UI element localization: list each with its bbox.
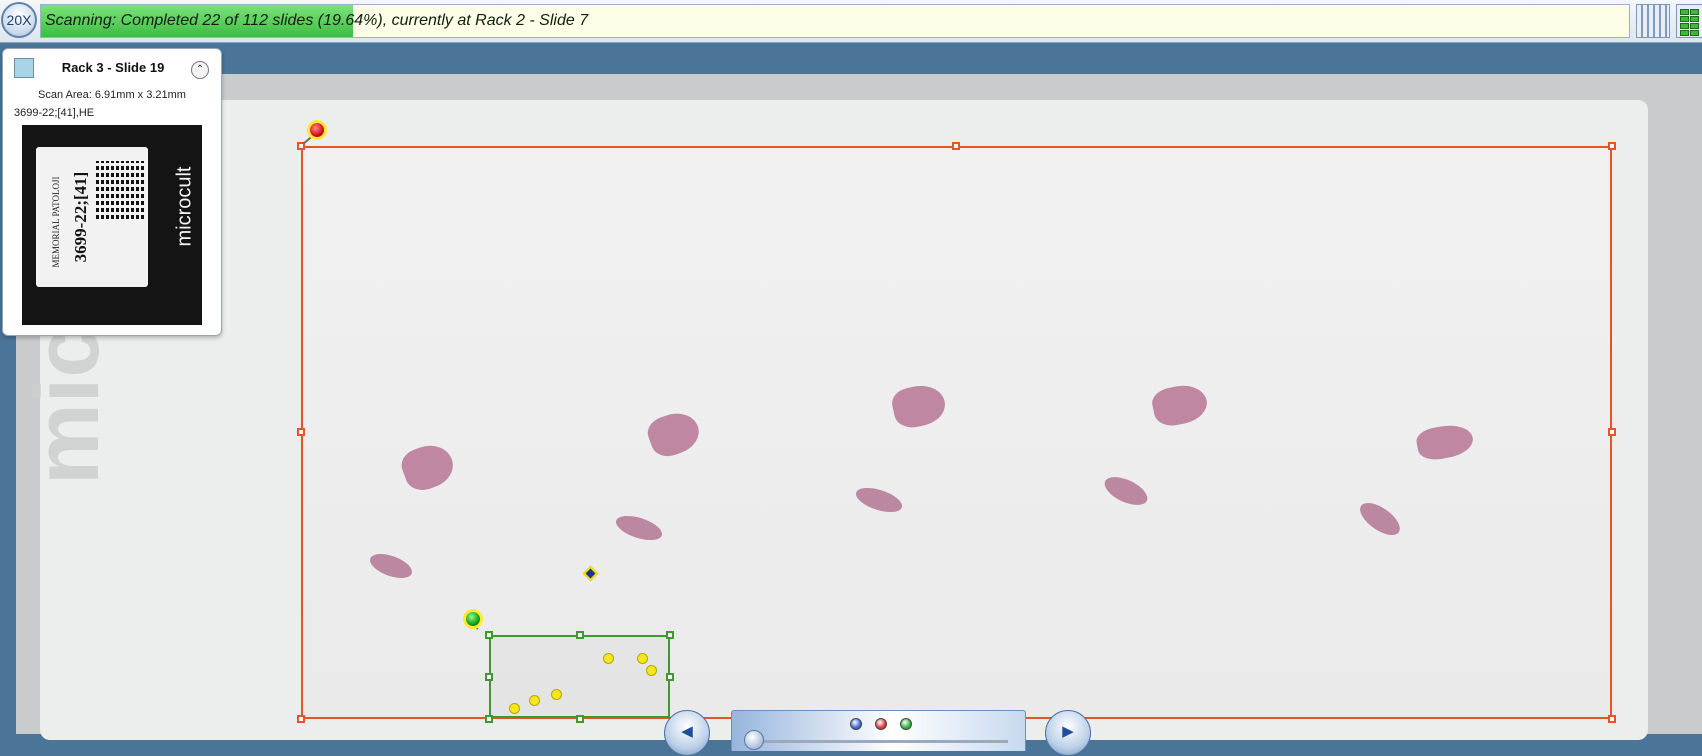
scan-progress-bar: Scanning: Completed 22 of 112 slides (19… bbox=[40, 4, 1630, 38]
focus-region-handle[interactable] bbox=[576, 715, 584, 723]
slide-navigator bbox=[731, 710, 1026, 751]
label-lab-name: MEMORIAL PATOLOJI bbox=[51, 176, 61, 268]
focus-point[interactable] bbox=[637, 653, 648, 664]
tissue-section bbox=[643, 406, 705, 462]
status-toolbar: 20X Scanning: Completed 22 of 112 slides… bbox=[0, 0, 1702, 43]
focus-region-handle[interactable] bbox=[485, 673, 493, 681]
scan-status-text: Scanning: Completed 22 of 112 slides (19… bbox=[45, 12, 589, 29]
tissue-section bbox=[613, 511, 665, 545]
red-marker-dot[interactable] bbox=[875, 718, 887, 730]
label-sticker: MEMORIAL PATOLOJI 3699-22;[41] bbox=[36, 147, 148, 287]
focus-region-handle[interactable] bbox=[485, 715, 493, 723]
scan-area-dimensions: Scan Area: 6.91mm x 3.21mm bbox=[38, 89, 186, 101]
focus-point[interactable] bbox=[646, 665, 657, 676]
tissue-section bbox=[1414, 421, 1476, 463]
skip-previous-icon[interactable]: ◀ bbox=[664, 710, 710, 756]
resize-handle[interactable] bbox=[297, 428, 305, 436]
focus-point[interactable] bbox=[529, 695, 540, 706]
scan-area-pin-icon[interactable] bbox=[307, 120, 327, 140]
tissue-section bbox=[1100, 471, 1152, 511]
slide-info-panel: Rack 3 - Slide 19 ⌃ Scan Area: 6.91mm x … bbox=[2, 48, 222, 336]
green-marker-dot[interactable] bbox=[900, 718, 912, 730]
scan-area-region[interactable] bbox=[301, 146, 1612, 719]
grid-view-icon[interactable] bbox=[1676, 4, 1702, 38]
tissue-section bbox=[889, 381, 949, 431]
resize-handle[interactable] bbox=[1608, 142, 1616, 150]
focus-point[interactable] bbox=[551, 689, 562, 700]
resize-handle[interactable] bbox=[952, 142, 960, 150]
focus-region-handle[interactable] bbox=[666, 631, 674, 639]
focus-point[interactable] bbox=[603, 653, 614, 664]
collapse-chevron-up-icon[interactable]: ⌃ bbox=[191, 61, 209, 79]
focus-region-handle[interactable] bbox=[485, 631, 493, 639]
tissue-section bbox=[1149, 380, 1211, 430]
tissue-section bbox=[366, 549, 416, 583]
columns-view-icon[interactable] bbox=[1636, 4, 1670, 38]
magnification-button[interactable]: 20X bbox=[1, 2, 37, 38]
navigator-slider-track[interactable] bbox=[750, 740, 1008, 743]
focus-region-handle[interactable] bbox=[666, 673, 674, 681]
tissue-section bbox=[397, 438, 459, 496]
navigator-slider-thumb[interactable] bbox=[744, 730, 764, 750]
focus-region-handle[interactable] bbox=[576, 631, 584, 639]
slide-label-image: MEMORIAL PATOLOJI 3699-22;[41] microcult bbox=[22, 125, 202, 325]
resize-handle[interactable] bbox=[1608, 428, 1616, 436]
slide-color-swatch bbox=[14, 58, 34, 78]
focus-point[interactable] bbox=[509, 703, 520, 714]
focus-region-pin-icon[interactable] bbox=[463, 609, 483, 629]
skip-next-icon[interactable]: ▶ bbox=[1045, 710, 1091, 756]
blue-marker-dot[interactable] bbox=[850, 718, 862, 730]
label-brand-logo: microcult bbox=[173, 166, 196, 247]
resize-handle[interactable] bbox=[297, 715, 305, 723]
tissue-section bbox=[1354, 496, 1406, 542]
slide-identifier: 3699-22;[41],HE bbox=[14, 107, 95, 119]
resize-handle[interactable] bbox=[1608, 715, 1616, 723]
focus-region[interactable] bbox=[489, 635, 670, 718]
label-slide-number: 3699-22;[41] bbox=[71, 171, 90, 263]
tissue-section bbox=[853, 483, 905, 517]
slide-title: Rack 3 - Slide 19 bbox=[61, 60, 165, 75]
